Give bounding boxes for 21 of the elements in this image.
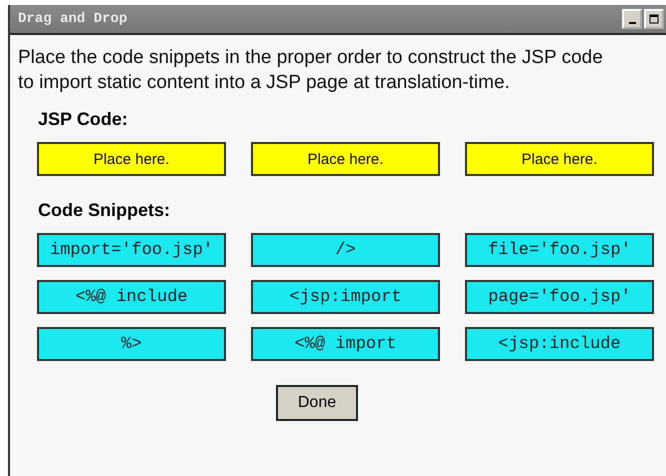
section-heading: JSP Code: <box>38 109 129 130</box>
minimize-icon <box>628 22 636 24</box>
code-snippet-tile[interactable]: <jsp:import <box>251 280 440 314</box>
code-snippet-tile[interactable]: /> <box>251 233 440 267</box>
drop-slot[interactable]: Place here. <box>465 142 654 176</box>
minimize-button[interactable] <box>622 9 642 29</box>
maximize-button[interactable] <box>644 9 664 29</box>
code-snippet-tile[interactable]: file='foo.jsp' <box>465 233 654 267</box>
section-heading: Code Snippets: <box>38 200 172 221</box>
code-snippet-tile[interactable]: <%@ include <box>37 280 226 314</box>
drop-slot[interactable]: Place here. <box>251 142 440 176</box>
code-snippet-tile[interactable]: %> <box>37 327 226 361</box>
code-snippet-tile[interactable]: <%@ import <box>251 327 440 361</box>
maximize-icon <box>649 14 659 24</box>
window-title: Drag and Drop <box>18 11 128 27</box>
instructions-text: Place the code snippets in the proper order to construct the JSP code to import static content into a JSP page at translation-time. <box>18 46 604 95</box>
drop-slot[interactable]: Place here. <box>37 142 226 176</box>
done-button[interactable]: Done <box>276 385 358 421</box>
code-snippet-tile[interactable]: import='foo.jsp' <box>37 233 226 267</box>
code-snippet-tile[interactable]: page='foo.jsp' <box>465 280 654 314</box>
code-snippet-tile[interactable]: <jsp:include <box>465 327 654 361</box>
